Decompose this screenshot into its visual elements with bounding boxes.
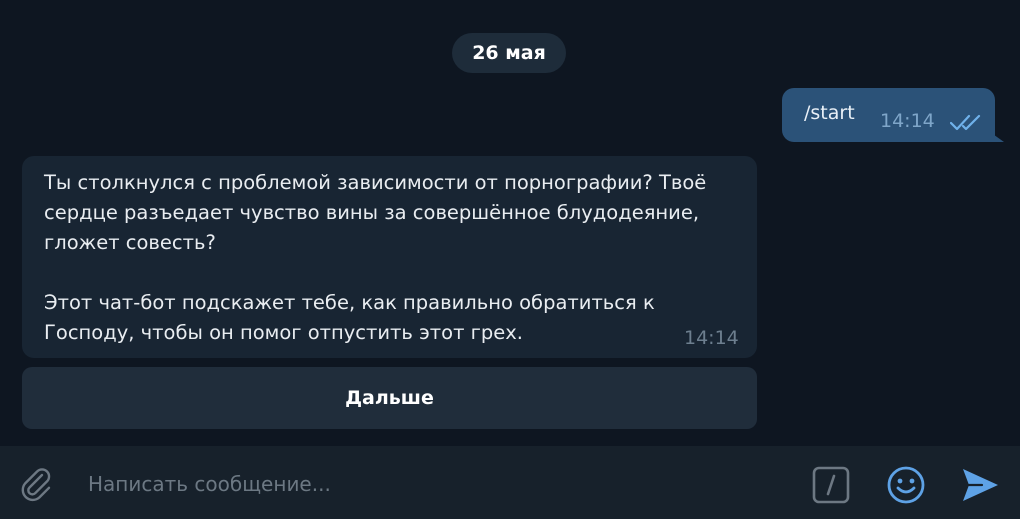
bot-command-icon[interactable] [812, 466, 850, 504]
inline-keyboard-button-next[interactable]: Дальше [22, 367, 757, 429]
outgoing-message[interactable]: /start 14:14 [782, 88, 995, 142]
double-check-icon [950, 114, 981, 131]
paperclip-icon[interactable] [18, 466, 54, 502]
outgoing-message-text: /start [804, 102, 855, 124]
message-list: 26 мая /start 14:14 Ты столкнулся с проб… [0, 0, 1020, 446]
send-icon[interactable] [960, 466, 1000, 504]
incoming-message-time: 14:14 [684, 327, 739, 349]
incoming-message[interactable]: Ты столкнулся с проблемой зависимости от… [22, 156, 757, 358]
outgoing-message-time: 14:14 [880, 110, 935, 132]
emoji-icon[interactable] [886, 465, 926, 505]
outgoing-bubble-tail [990, 132, 1004, 142]
date-separator: 26 мая [452, 33, 566, 73]
message-input[interactable] [86, 468, 790, 500]
message-composer [0, 446, 1020, 519]
incoming-message-text: Ты столкнулся с проблемой зависимости от… [44, 171, 707, 344]
